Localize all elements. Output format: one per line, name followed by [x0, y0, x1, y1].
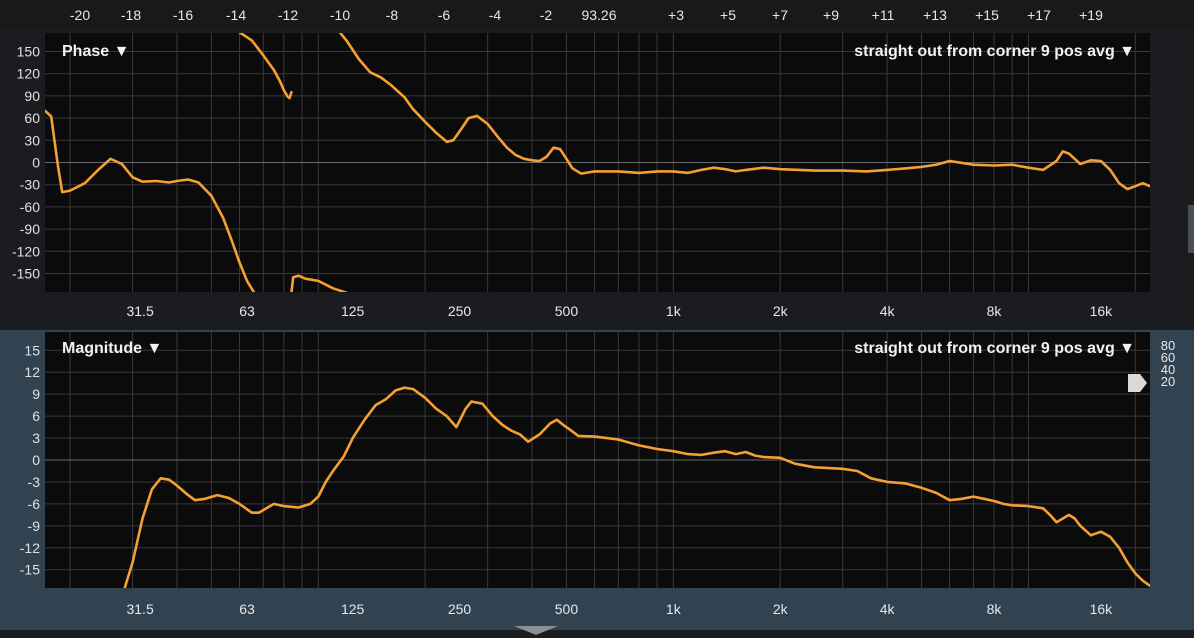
phase-panel: 150 120 90 60 30 0 -30 -60 -90 -120 -150 31.5 63 125… [0, 30, 1194, 322]
magnitude-panel: 15 12 9 6 3 0 -3 -6 -9 -12 -15 31.5 63 125 250 500 1k 2k… [0, 330, 1194, 630]
x-tick-label: 8k [987, 303, 1003, 319]
magnitude-x-ticks: 31.5 63 125 250 500 1k 2k 4k 8k 16k [126, 601, 1113, 617]
y-tick-label: 0 [32, 452, 40, 468]
offset-tick-label: 93.26 [581, 7, 616, 23]
offset-tick-label: +13 [923, 7, 947, 23]
magnitude-range-scale: 80604020 [1161, 338, 1175, 389]
y-tick-label: 90 [24, 88, 40, 104]
y-tick-label: 6 [32, 408, 40, 424]
magnitude-chart: 15129630-3-6-9-12-15 31.5 63 125 250 500 1k 2k… [20, 332, 1175, 617]
offset-scale-bar: -20 -18 -16 -14 -12 -10 -8 -6 -4 -2 93.26 +3 +5 +7 +9 +… [0, 0, 1194, 30]
offset-tick-label: -8 [386, 7, 399, 23]
y-tick-label: 15 [24, 342, 40, 358]
offset-tick-label: +11 [872, 7, 895, 23]
x-tick-label: 250 [448, 303, 472, 319]
x-tick-label: 500 [555, 303, 579, 319]
x-tick-label: 16k [1090, 601, 1114, 617]
x-tick-label: 63 [239, 303, 255, 319]
offset-scale: -20 -18 -16 -14 -12 -10 -8 -6 -4 -2 93.26 +3 +5 +7 +9 +… [70, 7, 1103, 23]
magnitude-measurement-dropdown[interactable]: straight out from corner 9 pos avg ▼ [854, 340, 1135, 357]
y-tick-label: 12 [24, 364, 40, 380]
offset-tick-label: +3 [668, 7, 684, 23]
side-panel-handle[interactable] [1188, 205, 1194, 253]
magnitude-y-ticks: 15 12 9 6 3 0 -3 -6 -9 -12 -15 [20, 342, 40, 577]
offset-tick-label: +9 [823, 7, 839, 23]
offset-tick-label: -2 [540, 7, 553, 23]
offset-tick-label: +7 [772, 7, 788, 23]
y-tick-label: 30 [24, 132, 40, 148]
offset-tick-label: -20 [70, 7, 90, 23]
offset-tick-label: +19 [1079, 7, 1103, 23]
y-tick-label: -9 [28, 518, 41, 534]
offset-tick-label: -4 [489, 7, 502, 23]
y-tick-label: 60 [24, 110, 40, 126]
x-tick-label: 125 [341, 601, 365, 617]
x-tick-label: 500 [555, 601, 579, 617]
y-tick-label: -90 [20, 221, 40, 237]
x-tick-label: 31.5 [126, 601, 153, 617]
x-tick-label: 1k [666, 303, 682, 319]
phase-grid [45, 33, 1150, 292]
phase-title-dropdown[interactable]: Phase ▼ [62, 43, 129, 60]
phase-chart: 150 120 90 60 30 0 -30 -60 -90 -120 -150 31.5 63 125… [12, 33, 1150, 319]
offset-tick-label: -12 [278, 7, 298, 23]
range-scale-label: 20 [1161, 374, 1175, 389]
x-tick-label: 16k [1090, 303, 1114, 319]
magnitude-grid [45, 332, 1150, 588]
offset-tick-label: +17 [1027, 7, 1051, 23]
offset-tick-label: -14 [226, 7, 246, 23]
offset-tick-label: -16 [173, 7, 193, 23]
y-tick-label: -60 [20, 199, 40, 215]
phase-y-ticks: 150 120 90 60 30 0 -30 -60 -90 -120 -150 [12, 44, 40, 282]
x-tick-label: 8k [987, 601, 1003, 617]
y-tick-label: 9 [32, 386, 40, 402]
x-tick-label: 4k [880, 601, 896, 617]
y-tick-label: -120 [12, 243, 40, 259]
magnitude-title-dropdown[interactable]: Magnitude ▼ [62, 340, 162, 357]
y-tick-label: -6 [28, 496, 41, 512]
x-tick-label: 31.5 [126, 303, 153, 319]
y-tick-label: -3 [28, 474, 41, 490]
y-tick-label: 0 [32, 155, 40, 171]
x-tick-label: 250 [448, 601, 472, 617]
offset-tick-label: -10 [330, 7, 350, 23]
x-tick-label: 125 [341, 303, 365, 319]
phase-measurement-dropdown[interactable]: straight out from corner 9 pos avg ▼ [854, 43, 1135, 60]
y-tick-label: 120 [17, 66, 41, 82]
x-tick-label: 2k [773, 303, 789, 319]
x-tick-label: 2k [773, 601, 789, 617]
y-tick-label: -30 [20, 177, 40, 193]
collapse-arrow-icon[interactable] [514, 626, 558, 635]
offset-tick-label: +5 [720, 7, 736, 23]
x-tick-label: 4k [880, 303, 896, 319]
y-tick-label: -12 [20, 540, 40, 556]
phase-x-ticks: 31.5 63 125 250 500 1k 2k 4k 8k 16k [126, 303, 1113, 319]
offset-tick-label: -6 [438, 7, 451, 23]
y-tick-label: 150 [17, 44, 41, 60]
offset-tick-label: -18 [121, 7, 141, 23]
x-tick-label: 1k [666, 601, 682, 617]
offset-tick-label: +15 [975, 7, 999, 23]
y-tick-label: 3 [32, 430, 40, 446]
x-tick-label: 63 [239, 601, 255, 617]
y-tick-label: -150 [12, 266, 40, 282]
y-tick-label: -15 [20, 562, 40, 578]
